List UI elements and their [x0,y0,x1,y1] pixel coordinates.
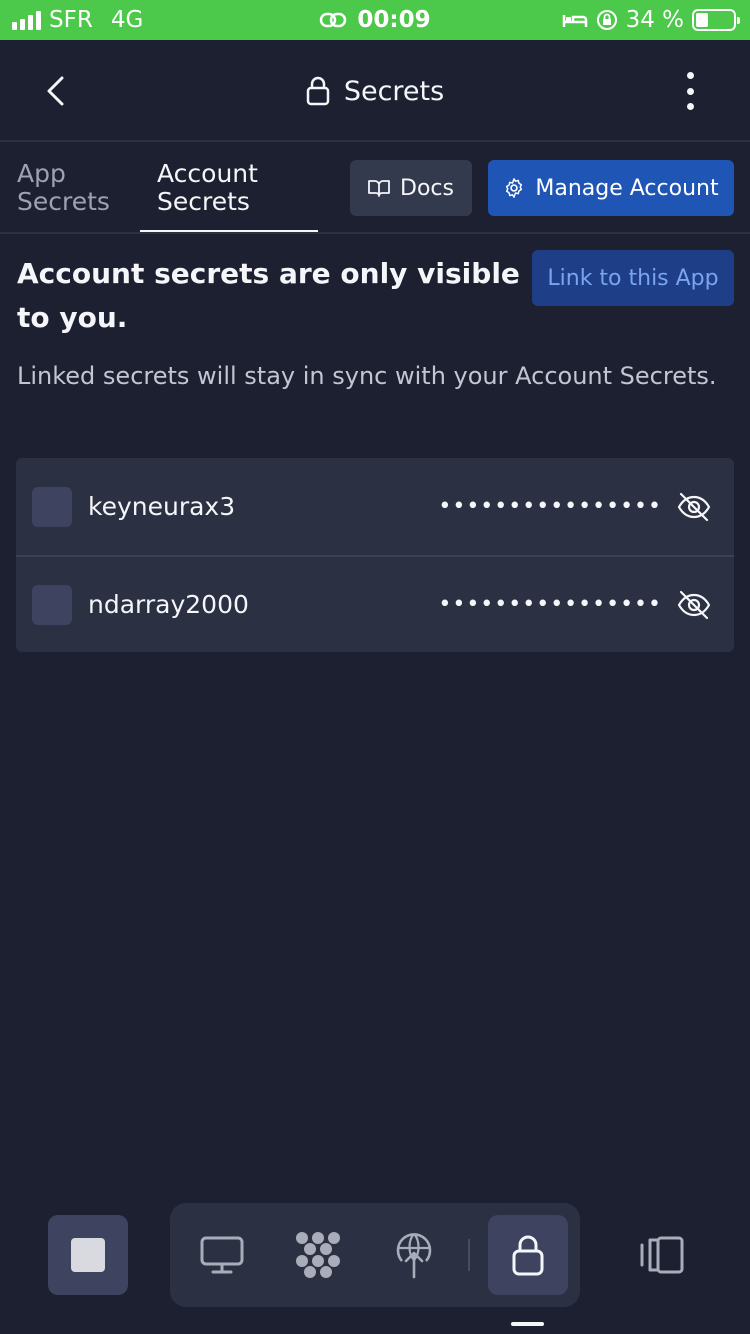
monitor-icon [200,1236,244,1274]
secret-checkbox[interactable] [32,584,72,625]
panels-button[interactable] [622,1215,702,1295]
tab-app-secrets-line1: App [17,159,66,188]
status-right: 34 % [562,0,740,40]
active-tab-indicator [140,230,318,232]
book-icon [368,180,390,197]
secret-row: keyneurax3 •••••••••••••••• [16,458,734,555]
home-indicator [511,1322,544,1326]
monitor-tool[interactable] [182,1215,262,1295]
bed-icon [562,15,587,27]
tab-account-secrets-line2: Secrets [157,187,250,216]
page-title: Secrets [343,75,445,107]
secret-value-masked: •••••••••••••••• [438,592,662,617]
secret-list: keyneurax3 •••••••••••••••• ndarray2000 … [16,458,734,652]
docs-button[interactable]: Docs [350,160,472,216]
top-app-bar: Secrets [0,40,750,142]
link-icon [320,12,347,28]
lock-icon [306,76,330,106]
secret-checkbox[interactable] [32,486,72,527]
dock-divider [468,1239,470,1271]
eye-off-icon[interactable] [676,587,712,623]
tab-app-secrets-line2: Secrets [17,187,110,216]
status-bar: SFR 4G 00:09 34 % [0,0,750,40]
deployments-tool[interactable] [374,1215,454,1295]
secrets-tabs: App Secrets Account Secrets Docs Manage … [0,144,750,234]
deployments-icon [396,1233,432,1279]
tool-dock [170,1203,580,1307]
link-to-app-button[interactable]: Link to this App [532,250,734,306]
eye-off-icon[interactable] [676,489,712,525]
secret-name: keyneurax3 [88,492,236,521]
docs-label: Docs [400,175,454,201]
stop-button[interactable] [48,1215,128,1295]
rotation-lock-icon [596,10,617,30]
secret-row: ndarray2000 •••••••••••••••• [16,555,734,652]
more-vertical-icon[interactable] [676,72,704,110]
account-secrets-heading: Account secrets are only visible to you. [17,257,520,334]
manage-account-label: Manage Account [535,175,719,201]
packager-icon [296,1232,340,1278]
tab-app-secrets[interactable]: App Secrets [17,160,110,216]
clock: 00:09 [357,7,431,33]
tab-account-secrets[interactable]: Account Secrets [157,160,258,216]
gear-icon [506,178,523,198]
lock-icon [512,1235,544,1276]
page-title-group: Secrets [0,40,750,142]
secrets-tool[interactable] [488,1215,568,1295]
stop-icon [71,1238,105,1272]
battery-percent: 34 % [625,7,684,33]
battery-icon [692,9,740,31]
packager-tool[interactable] [278,1215,358,1295]
account-secrets-description: Linked secrets will stay in sync with yo… [17,362,717,390]
secret-value-masked: •••••••••••••••• [438,494,662,519]
panels-icon [640,1236,684,1274]
manage-account-button[interactable]: Manage Account [488,160,734,216]
secret-name: ndarray2000 [88,590,249,619]
tab-account-secrets-line1: Account [157,159,258,188]
